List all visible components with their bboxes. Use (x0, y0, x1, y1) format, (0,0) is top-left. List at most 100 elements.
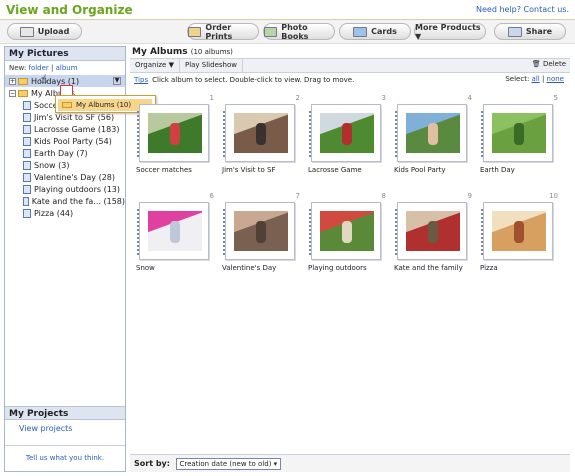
album-cover[interactable] (223, 202, 295, 260)
top-bar: View and Organize Need help? Contact us. (0, 0, 575, 20)
tips-link[interactable]: Tips (134, 76, 148, 84)
photo-subject (256, 123, 266, 145)
binder-ring-icon (481, 111, 484, 157)
sidebar-album-label: Kids Pool Party (54) (34, 136, 112, 146)
album-thumbnail (492, 113, 546, 153)
binder-ring-icon (395, 111, 398, 157)
upload-icon (19, 26, 34, 37)
album-card[interactable]: 6 Snow (134, 192, 216, 280)
album-card[interactable]: 3 Lacrosse Game (306, 94, 388, 182)
sidebar-album-item[interactable]: Valentine's Day (28) (5, 171, 125, 183)
new-label: New: (9, 64, 27, 72)
album-cover[interactable] (223, 104, 295, 162)
album-caption: Playing outdoors (308, 264, 367, 272)
cards-button[interactable]: Cards (339, 23, 411, 40)
feedback-link[interactable]: Tell us what you think. (5, 445, 125, 471)
album-caption: Kids Pool Party (394, 166, 446, 174)
album-card[interactable]: 4 Kids Pool Party (392, 94, 474, 182)
photo-subject (514, 221, 524, 243)
more-products-button[interactable]: More Products ▼ (414, 22, 486, 41)
sidebar-album-label: Pizza (44) (34, 208, 74, 218)
album-number: 9 (467, 192, 472, 200)
album-card[interactable]: 7 Valentine's Day (220, 192, 302, 280)
sidebar-album-item[interactable]: Kate and the fa... (158) (5, 195, 125, 207)
album-cover[interactable] (137, 202, 209, 260)
album-cover[interactable] (309, 202, 381, 260)
photo-subject (342, 221, 352, 243)
collapse-icon[interactable]: − (9, 89, 16, 97)
organize-button[interactable]: Organize ▼ (130, 58, 180, 73)
order-prints-button[interactable]: Order Prints (187, 23, 259, 41)
projects-title: My Projects (5, 406, 125, 420)
album-card[interactable]: 5 Earth Day (478, 94, 560, 182)
album-thumbnail (234, 113, 288, 153)
share-icon (507, 26, 522, 37)
album-cover[interactable] (309, 104, 381, 162)
chevron-down-icon[interactable]: ▼ (113, 77, 121, 85)
album-caption: Snow (136, 264, 155, 272)
album-cover[interactable] (481, 202, 553, 260)
album-number: 3 (381, 94, 386, 102)
album-number: 4 (467, 94, 472, 102)
album-card[interactable]: 10 Pizza (478, 192, 560, 280)
album-caption: Soccer matches (136, 166, 192, 174)
album-thumbnail (320, 211, 374, 251)
sidebar-album-item[interactable]: Playing outdoors (13) (5, 183, 125, 195)
photo-subject (428, 221, 438, 243)
app-title: View and Organize (6, 3, 133, 17)
album-number: 2 (295, 94, 300, 102)
share-button[interactable]: Share (494, 23, 566, 40)
album-icon (23, 184, 31, 194)
more-products-label: More Products ▼ (415, 22, 481, 41)
album-card[interactable]: 1 Soccer matches (134, 94, 216, 182)
album-caption: Earth Day (480, 166, 515, 174)
new-album-link[interactable]: album (56, 64, 78, 72)
select-all-link[interactable]: all (532, 75, 540, 83)
select-none-link[interactable]: none (547, 75, 564, 83)
album-thumbnail (320, 113, 374, 153)
help-link[interactable]: Need help? Contact us. (476, 5, 569, 14)
album-icon (23, 100, 31, 110)
album-thumbnail (406, 211, 460, 251)
binder-ring-icon (137, 111, 140, 157)
folder-icon (18, 89, 28, 97)
binder-ring-icon (309, 209, 312, 255)
delete-button[interactable]: 🗑 Delete (532, 60, 566, 68)
sidebar-album-item[interactable]: Lacrosse Game (183) (5, 123, 125, 135)
album-cover[interactable] (481, 104, 553, 162)
album-caption: Jim's Visit to SF (222, 166, 276, 174)
album-icon (23, 124, 31, 134)
upload-button[interactable]: Upload (7, 23, 82, 40)
sidebar-album-item[interactable]: Kids Pool Party (54) (5, 135, 125, 147)
album-caption: Pizza (480, 264, 498, 272)
sidebar-album-item[interactable]: Earth Day (7) (5, 147, 125, 159)
card-icon (353, 26, 368, 37)
album-card[interactable]: 2 Jim's Visit to SF (220, 94, 302, 182)
sidebar-album-item[interactable]: Pizza (44) (5, 207, 125, 219)
view-projects-link[interactable]: View projects (5, 420, 125, 437)
album-cover[interactable] (395, 202, 467, 260)
album-thumbnail (406, 113, 460, 153)
photo-books-button[interactable]: Photo Books (263, 23, 335, 41)
expand-icon[interactable]: + (9, 77, 16, 85)
album-number: 5 (553, 94, 558, 102)
sidebar-album-item[interactable]: Snow (3) (5, 159, 125, 171)
album-thumbnail (148, 113, 202, 153)
projects-section: My Projects View projects (5, 406, 125, 437)
play-slideshow-button[interactable]: Play Slideshow (180, 58, 243, 73)
album-cover[interactable] (395, 104, 467, 162)
album-card[interactable]: 8 Playing outdoors (306, 192, 388, 280)
album-count: (10 albums) (190, 48, 233, 56)
upload-label: Upload (37, 27, 70, 36)
folder-icon (18, 77, 28, 85)
sidebar-title: My Pictures (5, 47, 125, 61)
album-card[interactable]: 9 Kate and the family (392, 192, 474, 280)
photo-subject (170, 123, 180, 145)
album-number: 1 (209, 94, 214, 102)
album-icon (23, 136, 31, 146)
new-folder-link[interactable]: folder (28, 64, 48, 72)
sort-select[interactable]: Creation date (new to old) ▾ (175, 458, 282, 470)
album-thumbnail (234, 211, 288, 251)
album-cover[interactable] (137, 104, 209, 162)
binder-ring-icon (223, 209, 226, 255)
